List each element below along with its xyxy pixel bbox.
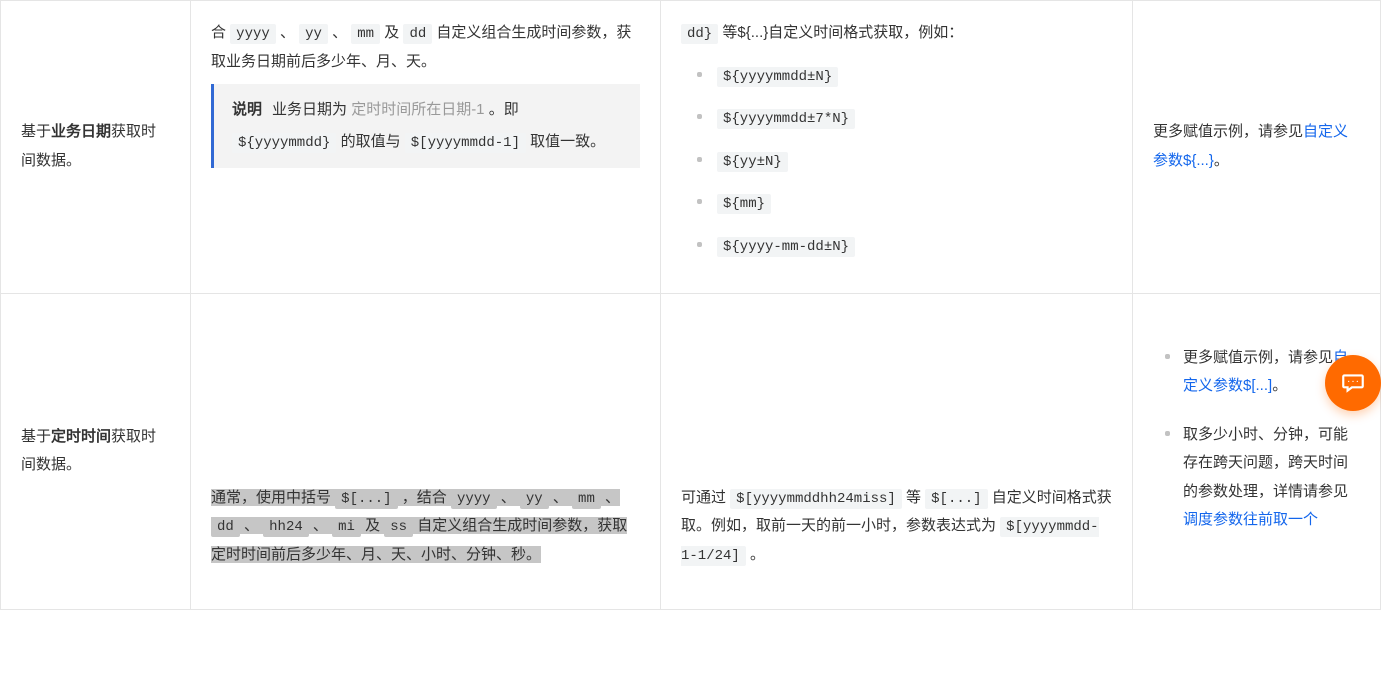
table-row: 基于业务日期获取时间数据。 合 yyyy 、 yy 、 mm 及 dd 自定义组… — [1, 1, 1381, 294]
text-bold: 定时时间 — [51, 428, 111, 445]
code: mm — [351, 24, 380, 44]
cell-format: dd} 等${...}自定义时间格式获取，例如： ${yyyymmdd±N} $… — [661, 1, 1133, 294]
code: hh24 — [263, 517, 309, 537]
code: $[...] — [335, 489, 397, 509]
cell-usage: 合 yyyy 、 yy 、 mm 及 dd 自定义组合生成时间参数，获取业务日期… — [191, 1, 661, 294]
code: mm — [572, 489, 601, 509]
code: yy — [299, 24, 328, 44]
code: ${yy±N} — [717, 152, 788, 172]
list-item: ${yy±N} — [717, 147, 1112, 176]
link-schedule-param[interactable]: 调度参数往前取一个 — [1183, 511, 1318, 528]
list-item: ${mm} — [717, 189, 1112, 218]
cell-scenario: 基于业务日期获取时间数据。 — [1, 1, 191, 294]
cell-scenario: 基于定时时间获取时间数据。 — [1, 293, 191, 610]
table-row: 基于定时时间获取时间数据。 通常，使用中括号 $[...] ，结合 yyyy 、… — [1, 293, 1381, 610]
text-grey: 定时时间所在日期-1 — [351, 101, 484, 118]
note-label: 说明 — [232, 101, 262, 118]
code: dd — [211, 517, 240, 537]
cell-usage: 通常，使用中括号 $[...] ，结合 yyyy 、 yy 、 mm 、 dd … — [191, 293, 661, 610]
text: 基于 — [21, 428, 51, 445]
paragraph: 合 yyyy 、 yy 、 mm 及 dd 自定义组合生成时间参数，获取业务日期… — [211, 19, 640, 76]
text-bold: 业务日期 — [51, 123, 111, 140]
list-item: ${yyyymmdd±7*N} — [717, 104, 1112, 133]
code: ${yyyymmdd±7*N} — [717, 109, 855, 129]
code: dd} — [681, 24, 718, 44]
list-item: 取多少小时、分钟，可能存在跨天问题，跨天时间的参数处理，详情请参见调度参数往前取… — [1183, 421, 1360, 535]
code: ${yyyy-mm-dd±N} — [717, 237, 855, 257]
code: ${mm} — [717, 194, 771, 214]
cell-more: 更多赋值示例，请参见自定义参数$[...]。 取多少小时、分钟，可能存在跨天问题… — [1133, 293, 1381, 610]
code: yyyy — [230, 24, 276, 44]
paragraph: dd} 等${...}自定义时间格式获取，例如： — [681, 19, 1112, 48]
code: ${yyyymmdd} — [232, 133, 336, 153]
code: ${yyyymmdd±N} — [717, 67, 838, 87]
highlighted-text: 通常，使用中括号 $[...] ，结合 yyyy 、 yy 、 mm 、 dd … — [211, 489, 627, 563]
code: yy — [520, 489, 549, 509]
list-item: ${yyyy-mm-dd±N} — [717, 232, 1112, 261]
note-box: 说明业务日期为 定时时间所在日期-1 。即 ${yyyymmdd} 的取值与 $… — [211, 84, 640, 168]
code: yyyy — [451, 489, 497, 509]
text: 更多赋值示例，请参见 — [1153, 123, 1303, 140]
cell-more: 更多赋值示例，请参见自定义参数${...}。 — [1133, 1, 1381, 294]
code: $[yyyymmddhh24miss] — [730, 489, 902, 509]
code: ss — [384, 517, 413, 537]
chat-icon — [1340, 370, 1366, 396]
code: $[yyyymmdd-1] — [405, 133, 526, 153]
code: mi — [332, 517, 361, 537]
list-item: ${yyyymmdd±N} — [717, 62, 1112, 91]
code: dd — [403, 24, 432, 44]
paragraph: 可通过 $[yyyymmddhh24miss] 等 $[...] 自定义时间格式… — [681, 484, 1112, 570]
text: 基于 — [21, 123, 51, 140]
code: $[...] — [925, 489, 987, 509]
cell-format: 可通过 $[yyyymmddhh24miss] 等 $[...] 自定义时间格式… — [661, 293, 1133, 610]
doc-table: 基于业务日期获取时间数据。 合 yyyy 、 yy 、 mm 及 dd 自定义组… — [0, 0, 1381, 610]
chat-fab[interactable] — [1325, 355, 1381, 411]
example-list: ${yyyymmdd±N} ${yyyymmdd±7*N} ${yy±N} ${… — [681, 62, 1112, 261]
